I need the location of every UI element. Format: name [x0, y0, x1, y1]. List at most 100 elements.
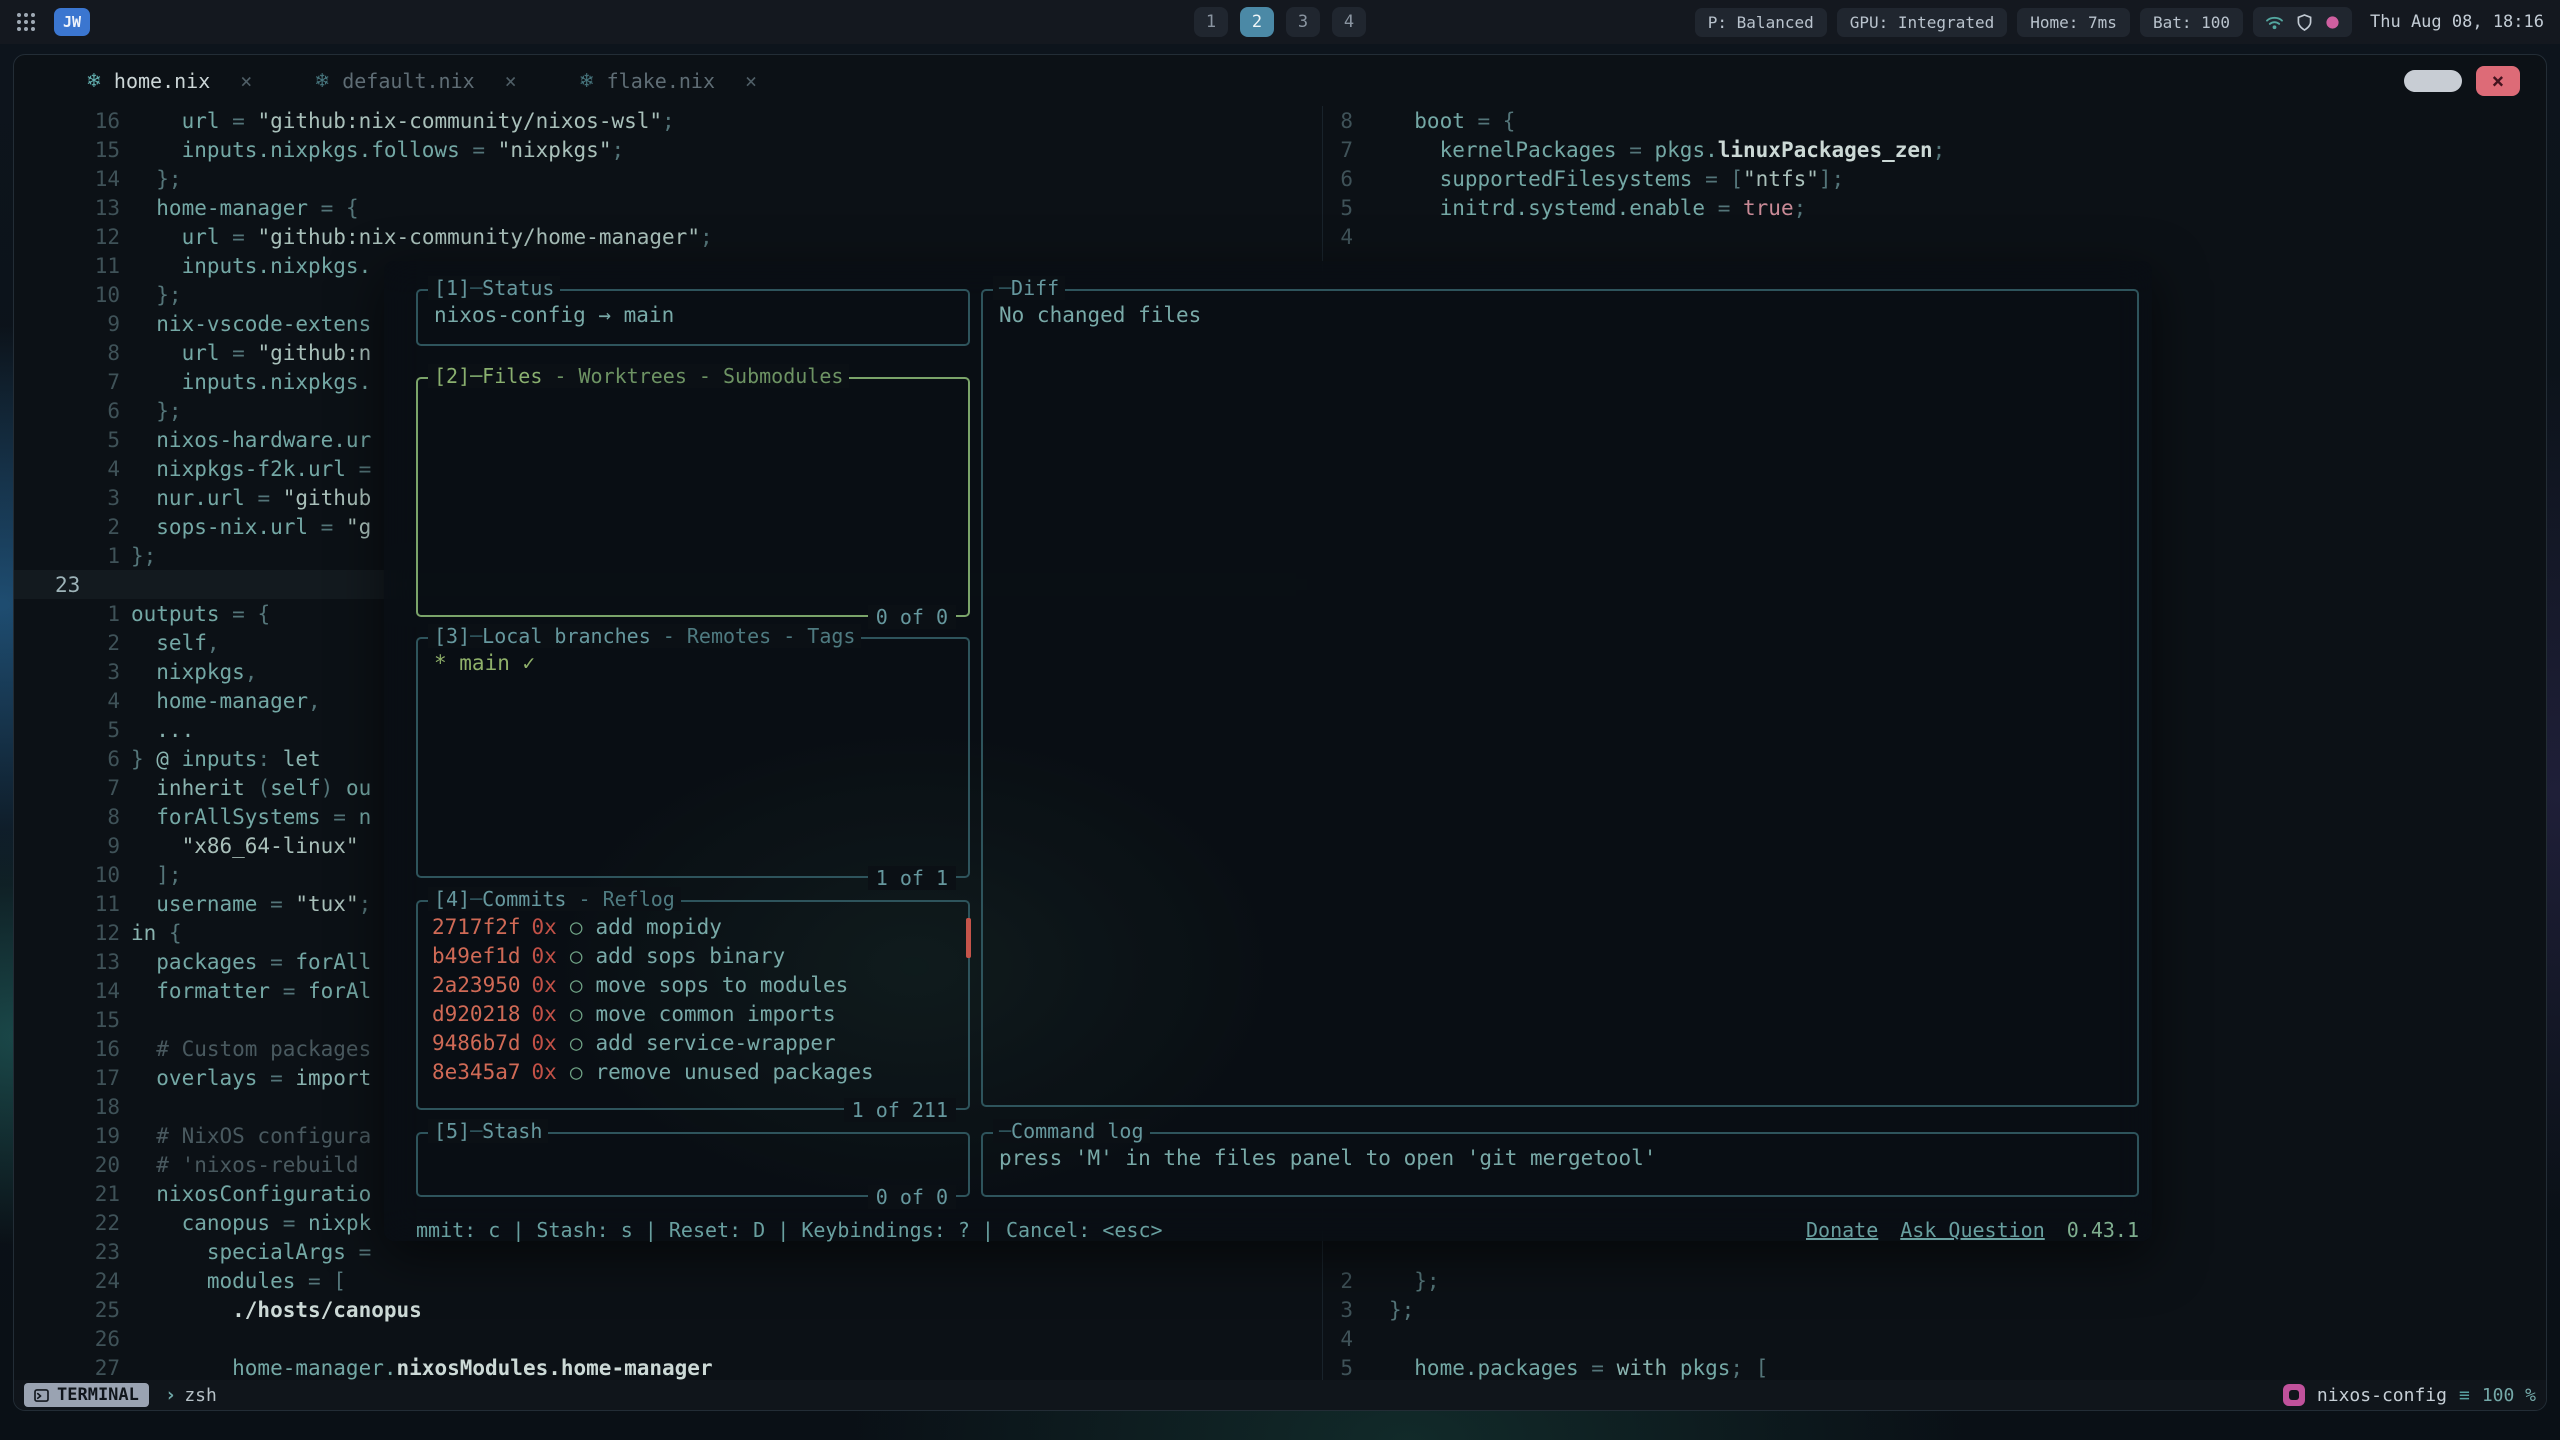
shield-icon[interactable]: [2297, 14, 2312, 31]
app-grid-icon[interactable]: [16, 12, 36, 32]
shell-tab[interactable]: › zsh: [165, 1384, 217, 1406]
topbar-left: JW: [16, 8, 90, 36]
line-number: 14: [14, 167, 131, 191]
line-number: 8: [14, 341, 131, 365]
tab-close-icon[interactable]: ×: [505, 69, 517, 93]
code-text: formatter = forAl: [131, 979, 371, 1003]
lazygit-commits-panel[interactable]: [4]─Commits - Reflog 2717f2f0x○add mopid…: [416, 900, 970, 1110]
code-text: nixpkgs-f2k.url =: [131, 457, 371, 481]
lazygit-files-panel[interactable]: [2]─Files - Worktrees - Submodules 0 of …: [416, 377, 970, 617]
code-text: # 'nixos-rebuild: [131, 1153, 359, 1177]
window-close-button[interactable]: ×: [2476, 66, 2520, 96]
commits-scrollbar[interactable]: [966, 918, 971, 958]
network-icon[interactable]: [2265, 15, 2284, 30]
files-count: 0 of 0: [868, 605, 956, 629]
nix-snowflake-icon: ❄: [314, 70, 330, 92]
code-text: home-manager = {: [131, 196, 359, 220]
topbar-module: Home: 7ms: [2017, 8, 2130, 37]
panel-label: Command log: [1011, 1119, 1143, 1143]
tab-label: home.nix: [114, 69, 210, 93]
workspace-button-4[interactable]: 4: [1332, 7, 1366, 37]
tab-home.nix[interactable]: ❄home.nix×: [76, 69, 262, 93]
line-number: 12: [14, 225, 131, 249]
code-line: 26: [14, 1324, 1322, 1353]
line-number: 2: [14, 515, 131, 539]
panel-subtitle: - Worktrees - Submodules: [542, 364, 843, 388]
line-number: 16: [14, 109, 131, 133]
commit-row[interactable]: d9202180x○move common imports: [432, 999, 954, 1028]
line-number: 3: [14, 486, 131, 510]
code-text: "x86_64-linux": [131, 834, 359, 858]
line-number: 15: [14, 1008, 131, 1032]
code-line: 5 home.packages = with pkgs; [: [1323, 1353, 2546, 1380]
lazygit-command-log-panel[interactable]: ─Command log press 'M' in the files pane…: [981, 1132, 2139, 1197]
clock: Thu Aug 08, 18:16: [2370, 12, 2544, 32]
code-text: url = "github:n: [131, 341, 371, 365]
code-line: 5 initrd.systemd.enable = true;: [1323, 193, 2546, 222]
workspace-button-2[interactable]: 2: [1240, 7, 1274, 37]
line-number: 9: [14, 312, 131, 336]
command-log-text: press 'M' in the files panel to open 'gi…: [983, 1134, 2137, 1182]
scroll-percentage: 100 %: [2482, 1385, 2536, 1406]
commit-hash: 9486b7d: [432, 1031, 521, 1055]
tab-close-icon[interactable]: ×: [745, 69, 757, 93]
commit-row[interactable]: 2717f2f0x○add mopidy: [432, 912, 954, 941]
code-line: 15 inputs.nixpkgs.follows = "nixpkgs";: [14, 135, 1322, 164]
workspace-button-3[interactable]: 3: [1286, 7, 1320, 37]
commit-row[interactable]: 9486b7d0x○add service-wrapper: [432, 1028, 954, 1057]
ask-question-link[interactable]: Ask Question: [1900, 1218, 2045, 1242]
commit-hash: b49ef1d: [432, 944, 521, 968]
window-controls: ×: [2404, 66, 2520, 96]
tab-default.nix[interactable]: ❄default.nix×: [304, 69, 526, 93]
line-number: 23: [14, 573, 131, 597]
code-text: forAllSystems = n: [131, 805, 371, 829]
line-number: 15: [14, 138, 131, 162]
lazygit-diff-panel[interactable]: ─Diff No changed files: [981, 289, 2139, 1107]
line-number: 20: [14, 1153, 131, 1177]
commit-message: add service-wrapper: [595, 1031, 835, 1055]
commit-flag: 0x: [532, 1031, 557, 1055]
logo-badge[interactable]: JW: [54, 8, 90, 36]
commit-row[interactable]: b49ef1d0x○add sops binary: [432, 941, 954, 970]
code-text: # Custom packages: [131, 1037, 371, 1061]
donate-link[interactable]: Donate: [1806, 1218, 1878, 1242]
topbar-icon-cluster: [2253, 7, 2352, 37]
code-text: sops-nix.url = "g: [131, 515, 371, 539]
session-icon: [2283, 1384, 2305, 1406]
commit-bullet-icon: ○: [570, 944, 583, 968]
lazygit-stash-panel[interactable]: [5]─Stash 0 of 0: [416, 1132, 970, 1197]
lazygit-status-panel[interactable]: [1]─Status nixos-config → main: [416, 289, 970, 346]
line-number: 27: [14, 1356, 131, 1380]
code-text: inputs.nixpkgs.: [131, 370, 371, 394]
panel-label: Commits: [482, 887, 566, 911]
line-number: 19: [14, 1124, 131, 1148]
code-line: 12 url = "github:nix-community/home-mana…: [14, 222, 1322, 251]
topbar-right: P: BalancedGPU: IntegratedHome: 7msBat: …: [1695, 7, 2544, 37]
code-text: nix-vscode-extens: [131, 312, 371, 336]
tab-flake.nix[interactable]: ❄flake.nix×: [569, 69, 767, 93]
code-text: username = "tux";: [131, 892, 371, 916]
line-number: 8: [14, 805, 131, 829]
commit-message: move sops to modules: [595, 973, 848, 997]
commit-row[interactable]: 2a239500x○move sops to modules: [432, 970, 954, 999]
commit-flag: 0x: [532, 944, 557, 968]
lazygit-branches-panel[interactable]: [3]─Local branches - Remotes - Tags * ma…: [416, 637, 970, 878]
panel-key: [3]: [434, 624, 470, 648]
commit-row[interactable]: 8e345a70x○remove unused packages: [432, 1057, 954, 1086]
topbar-module: P: Balanced: [1695, 8, 1827, 37]
tab-close-icon[interactable]: ×: [240, 69, 252, 93]
window-pill-button[interactable]: [2404, 70, 2462, 92]
commit-hash: d920218: [432, 1002, 521, 1026]
workspace-switcher: 1234: [1194, 7, 1366, 37]
color-icon[interactable]: [2325, 15, 2340, 30]
code-text: kernelPackages = pkgs.linuxPackages_zen;: [1353, 138, 1945, 162]
panel-label: Stash: [482, 1119, 542, 1143]
nix-snowflake-icon: ❄: [579, 70, 595, 92]
code-text: };: [131, 399, 182, 423]
commit-list: 2717f2f0x○add mopidyb49ef1d0x○add sops b…: [418, 902, 968, 1086]
workspace-button-1[interactable]: 1: [1194, 7, 1228, 37]
code-line: 4: [1323, 1324, 2546, 1353]
panel-label: Local branches: [482, 624, 651, 648]
code-text: home-manager.nixosModules.home-manager: [131, 1356, 713, 1380]
line-number: 3: [1323, 1298, 1353, 1322]
